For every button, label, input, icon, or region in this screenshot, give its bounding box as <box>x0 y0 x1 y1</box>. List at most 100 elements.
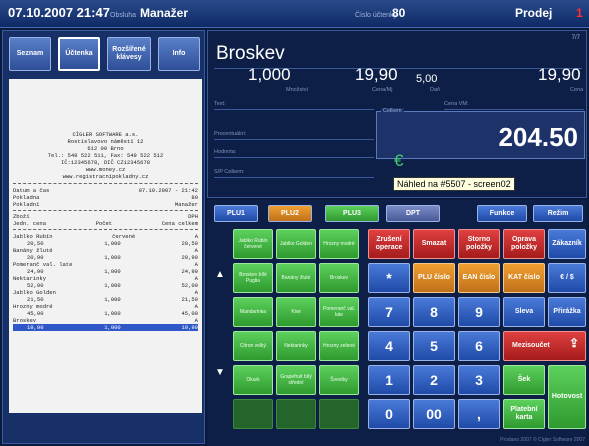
currency-button[interactable]: € / $ <box>548 263 586 293</box>
smazat-button[interactable]: Smazat <box>413 229 455 259</box>
tab-plu3[interactable]: PLU3 <box>325 205 379 222</box>
quick-key[interactable]: Pomeranč val. late <box>319 297 359 327</box>
sleva-button[interactable]: Sleva <box>503 297 545 327</box>
comma-button[interactable]: , <box>458 399 500 429</box>
vat-value: 5,00 <box>416 73 438 85</box>
quick-key[interactable]: Okurk <box>233 365 273 395</box>
oprava-polozky-button[interactable]: Oprava položky <box>503 229 545 259</box>
quick-key[interactable]: Broskev bílé Puglia <box>233 263 273 293</box>
key-5[interactable]: 5 <box>413 331 455 361</box>
plu-cislo-button[interactable]: PLU číslo <box>413 263 455 293</box>
receipt-number: 80 <box>392 6 406 20</box>
receipt-header-line: www.registracnipokladny.cz <box>62 173 149 180</box>
ean-cislo-button[interactable]: EAN číslo <box>458 263 500 293</box>
receipt-divider <box>13 210 198 211</box>
receipt-item-amounts[interactable]: 52,00 1,000 52,00 <box>13 282 198 289</box>
mode-label: Prodej <box>515 6 553 20</box>
key-8[interactable]: 8 <box>413 297 455 327</box>
tab-rezim[interactable]: Režim <box>533 205 583 222</box>
receipt-column-header: Zboží DPH <box>13 213 198 220</box>
receipt-item-amounts[interactable]: 24,90 1,000 24,90 <box>13 268 198 275</box>
hotovost-button[interactable]: Hotovost <box>548 365 586 429</box>
tab-funkce[interactable]: Funkce <box>477 205 527 222</box>
kat-cislo-button[interactable]: KAT číslo <box>503 263 545 293</box>
zakaznik-button[interactable]: Zákazník <box>548 229 586 259</box>
left-panel: Seznam Účtenka Rozšířené klávesy Info CÍ… <box>2 30 205 444</box>
quick-key[interactable]: Broskev <box>319 263 359 293</box>
quick-key[interactable]: Hrozny zelené <box>319 331 359 361</box>
key-3[interactable]: 3 <box>458 365 500 395</box>
receipt-item-amounts[interactable]: 20,50 1,000 20,50 <box>13 240 198 247</box>
tab-plu1[interactable]: PLU1 <box>214 205 258 222</box>
quick-key[interactable] <box>276 399 316 429</box>
value-label: Hodnota: <box>214 149 237 155</box>
seznam-button[interactable]: Seznam <box>9 37 51 71</box>
key-6[interactable]: 6 <box>458 331 500 361</box>
quick-key[interactable]: Grapefruit bílý střední <box>276 365 316 395</box>
receipt-header-line: www.money.cz <box>85 166 126 173</box>
key-2[interactable]: 2 <box>413 365 455 395</box>
quick-key[interactable]: Mandarinka <box>233 297 273 327</box>
storno-polozky-button[interactable]: Storno položky <box>458 229 500 259</box>
quick-key[interactable]: Kiwi <box>276 297 316 327</box>
mezisoucet-button[interactable]: Mezisoučet ⇪ <box>503 331 586 361</box>
receipt-item-amounts[interactable]: 19,90 1,000 19,90 <box>13 324 198 331</box>
price-vm-label: Cena VM: <box>444 101 469 107</box>
quantity-value: 1,000 <box>248 65 291 84</box>
key-4[interactable]: 4 <box>368 331 410 361</box>
key-0[interactable]: 0 <box>368 399 410 429</box>
receipt-header-line: CÍGLER SOFTWARE a.s. <box>72 131 139 138</box>
rozsirene-klavesy-button[interactable]: Rozšířené klávesy <box>107 37 151 71</box>
key-7[interactable]: 7 <box>368 297 410 327</box>
quick-key[interactable]: Jablko Rubín červené <box>233 229 273 259</box>
top-bar: 07.10.2007 21:47 Obsluha Manažer Číslo ú… <box>0 0 589 28</box>
sek-button[interactable]: Šek <box>503 365 545 395</box>
info-button[interactable]: Info <box>158 37 200 71</box>
receipt-item-name: Pomeranč val. late A <box>13 261 198 268</box>
zruseni-operace-button[interactable]: Zrušení operace <box>368 229 410 259</box>
platebni-karta-button[interactable]: Platební karta <box>503 399 545 429</box>
key-9[interactable]: 9 <box>458 297 500 327</box>
euro-icon[interactable]: € <box>394 151 403 171</box>
item-display: 7/7 Broskev 1,000 Množství 19,90 Cena/Mj… <box>207 30 587 198</box>
page-indicator: 7/7 <box>571 35 580 41</box>
quick-key[interactable]: Banány žluté <box>276 263 316 293</box>
receipt-item-name: Banány žluté A <box>13 247 198 254</box>
price-label: Cena <box>570 87 584 93</box>
receipt-number-label: Číslo účtenky <box>355 12 398 19</box>
receipt-column-header: Jedn. cena Počet Cena celkem <box>13 220 198 227</box>
scroll-down-icon[interactable]: ▼ <box>209 367 231 385</box>
receipt-header-line: IČ:12345678, DIČ CZ12345678 <box>60 159 151 166</box>
receipt-item-name: Nektarinky A <box>13 275 198 282</box>
quick-key[interactable]: Nektarinky <box>276 331 316 361</box>
receipt-item-amounts[interactable]: 21,50 1,000 21,50 <box>13 296 198 303</box>
tab-plu2[interactable]: PLU2 <box>268 205 312 222</box>
quick-key[interactable] <box>233 399 273 429</box>
home-icon: ⇪ <box>568 336 579 350</box>
receipt-info-row: Pokladní Manažer <box>13 201 198 208</box>
key-1[interactable]: 1 <box>368 365 410 395</box>
receipt-item-name: Broskev A <box>13 317 198 324</box>
key-00[interactable]: 00 <box>413 399 455 429</box>
uctenka-button[interactable]: Účtenka <box>58 37 100 71</box>
text-label: Text: <box>214 101 226 107</box>
receipt-item-amounts[interactable]: 20,90 1,000 20,90 <box>13 254 198 261</box>
quantity-label: Množství <box>286 87 309 93</box>
mezisoucet-label: Mezisoučet <box>512 342 550 349</box>
receipt-item-amounts[interactable]: 45,00 1,000 45,00 <box>13 310 198 317</box>
subtotal-label: S/P Celkem: <box>214 169 245 175</box>
tab-dpt[interactable]: DPT <box>386 205 440 222</box>
receipt-item-name: Jablko Golden A <box>13 289 198 296</box>
receipt-item-name: Hrozny modré A <box>13 303 198 310</box>
scroll-up-icon[interactable]: ▲ <box>209 269 231 287</box>
prirazka-button[interactable]: Přirážka <box>548 297 586 327</box>
quick-key[interactable]: Hrozny modré <box>319 229 359 259</box>
multiply-button[interactable]: * <box>368 263 410 293</box>
unit-price-value: 19,90 <box>355 65 398 84</box>
quick-key[interactable]: Švestky <box>319 365 359 395</box>
quick-key[interactable]: Jablko Golden <box>276 229 316 259</box>
receipt-header-line: Rostislavovo náměstí 12 <box>67 138 144 145</box>
unit-price-label: Cena/Mj <box>372 87 393 93</box>
quick-key[interactable] <box>319 399 359 429</box>
quick-key[interactable]: Citron velký <box>233 331 273 361</box>
